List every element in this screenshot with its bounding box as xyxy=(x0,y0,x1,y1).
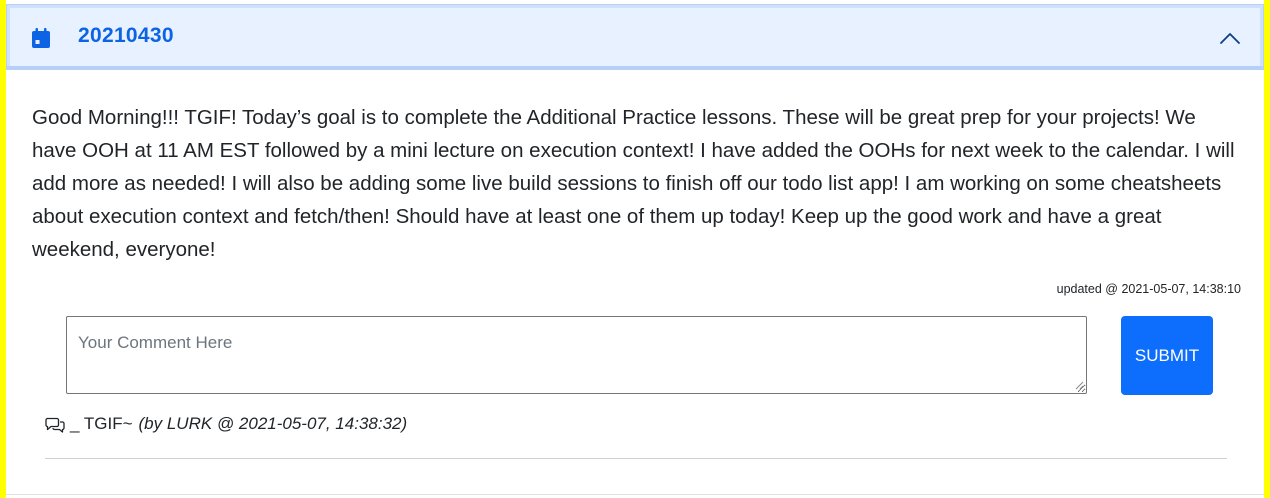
calendar-icon xyxy=(32,28,50,48)
comment-input[interactable] xyxy=(66,316,1087,394)
chat-bubbles-icon xyxy=(45,417,65,433)
comment-meta: (by LURK @ 2021-05-07, 14:38:32) xyxy=(138,414,408,433)
updated-timestamp: updated @ 2021-05-07, 14:38:10 xyxy=(1056,282,1241,296)
submit-button[interactable]: SUBMIT xyxy=(1121,316,1213,395)
accordion-panel: 20210430 Good Morning!!! TGIF! Today’s g… xyxy=(6,0,1264,498)
chevron-up-icon[interactable] xyxy=(1219,31,1241,45)
comment-text: _ TGIF~ xyxy=(70,414,133,433)
accordion-title: 20210430 xyxy=(78,24,174,47)
accordion-header-button[interactable]: 20210430 xyxy=(6,4,1264,70)
panel-bottom-border xyxy=(6,494,1264,495)
comment-item: _ TGIF~ (by LURK @ 2021-05-07, 14:38:32) xyxy=(45,414,407,434)
post-body-text: Good Morning!!! TGIF! Today’s goal is to… xyxy=(32,106,1235,261)
comment-divider xyxy=(45,458,1227,459)
